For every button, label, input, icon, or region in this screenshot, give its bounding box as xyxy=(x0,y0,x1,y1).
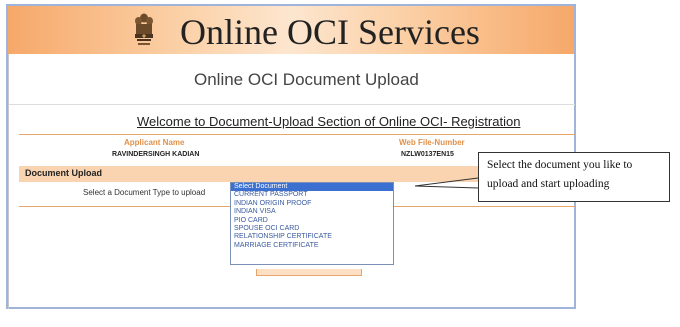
divider xyxy=(9,104,575,105)
document-upload-title: Document Upload xyxy=(25,168,103,178)
dropdown-option[interactable]: MARRIAGE CERTIFICATE xyxy=(231,242,393,250)
callout-text: Select the document you like to upload a… xyxy=(487,156,632,194)
callout-line-2: upload and start uploading xyxy=(487,178,610,190)
dropdown-option[interactable]: INDIAN ORIGIN PROOF xyxy=(231,200,393,208)
document-type-label: Select a Document Type to upload xyxy=(83,188,206,197)
dropdown-option[interactable]: INDIAN VISA xyxy=(231,208,393,216)
dropdown-option[interactable]: PIO CARD xyxy=(231,217,393,225)
applicant-name-label: Applicant Name xyxy=(124,138,185,147)
upload-button-edge[interactable] xyxy=(256,269,362,276)
india-emblem-icon xyxy=(135,13,153,45)
dropdown-option[interactable]: Select Document xyxy=(231,183,393,192)
dropdown-option[interactable]: SPOUSE OCI CARD xyxy=(231,225,393,233)
web-file-number-value: NZLW0137EN15 xyxy=(401,151,454,158)
dropdown-option[interactable]: CURRENT PASSPORT xyxy=(231,191,393,199)
dropdown-option[interactable]: RELATIONSHIP CERTIFICATE xyxy=(231,233,393,241)
page-title: Online OCI Document Upload xyxy=(194,70,419,89)
banner-title: Online OCI Services xyxy=(180,12,480,52)
annotation-callout: Select the document you like to upload a… xyxy=(478,152,670,202)
applicant-name-value: RAVINDERSINGH KADIAN xyxy=(112,151,200,158)
document-type-dropdown[interactable]: Select Document CURRENT PASSPORT INDIAN … xyxy=(230,182,394,265)
header-banner: Online OCI Services xyxy=(8,6,574,54)
welcome-heading: Welcome to Document-Upload Section of On… xyxy=(137,114,521,129)
callout-line-1: Select the document you like to xyxy=(487,159,633,171)
web-file-number-label: Web File-Number xyxy=(399,138,465,147)
